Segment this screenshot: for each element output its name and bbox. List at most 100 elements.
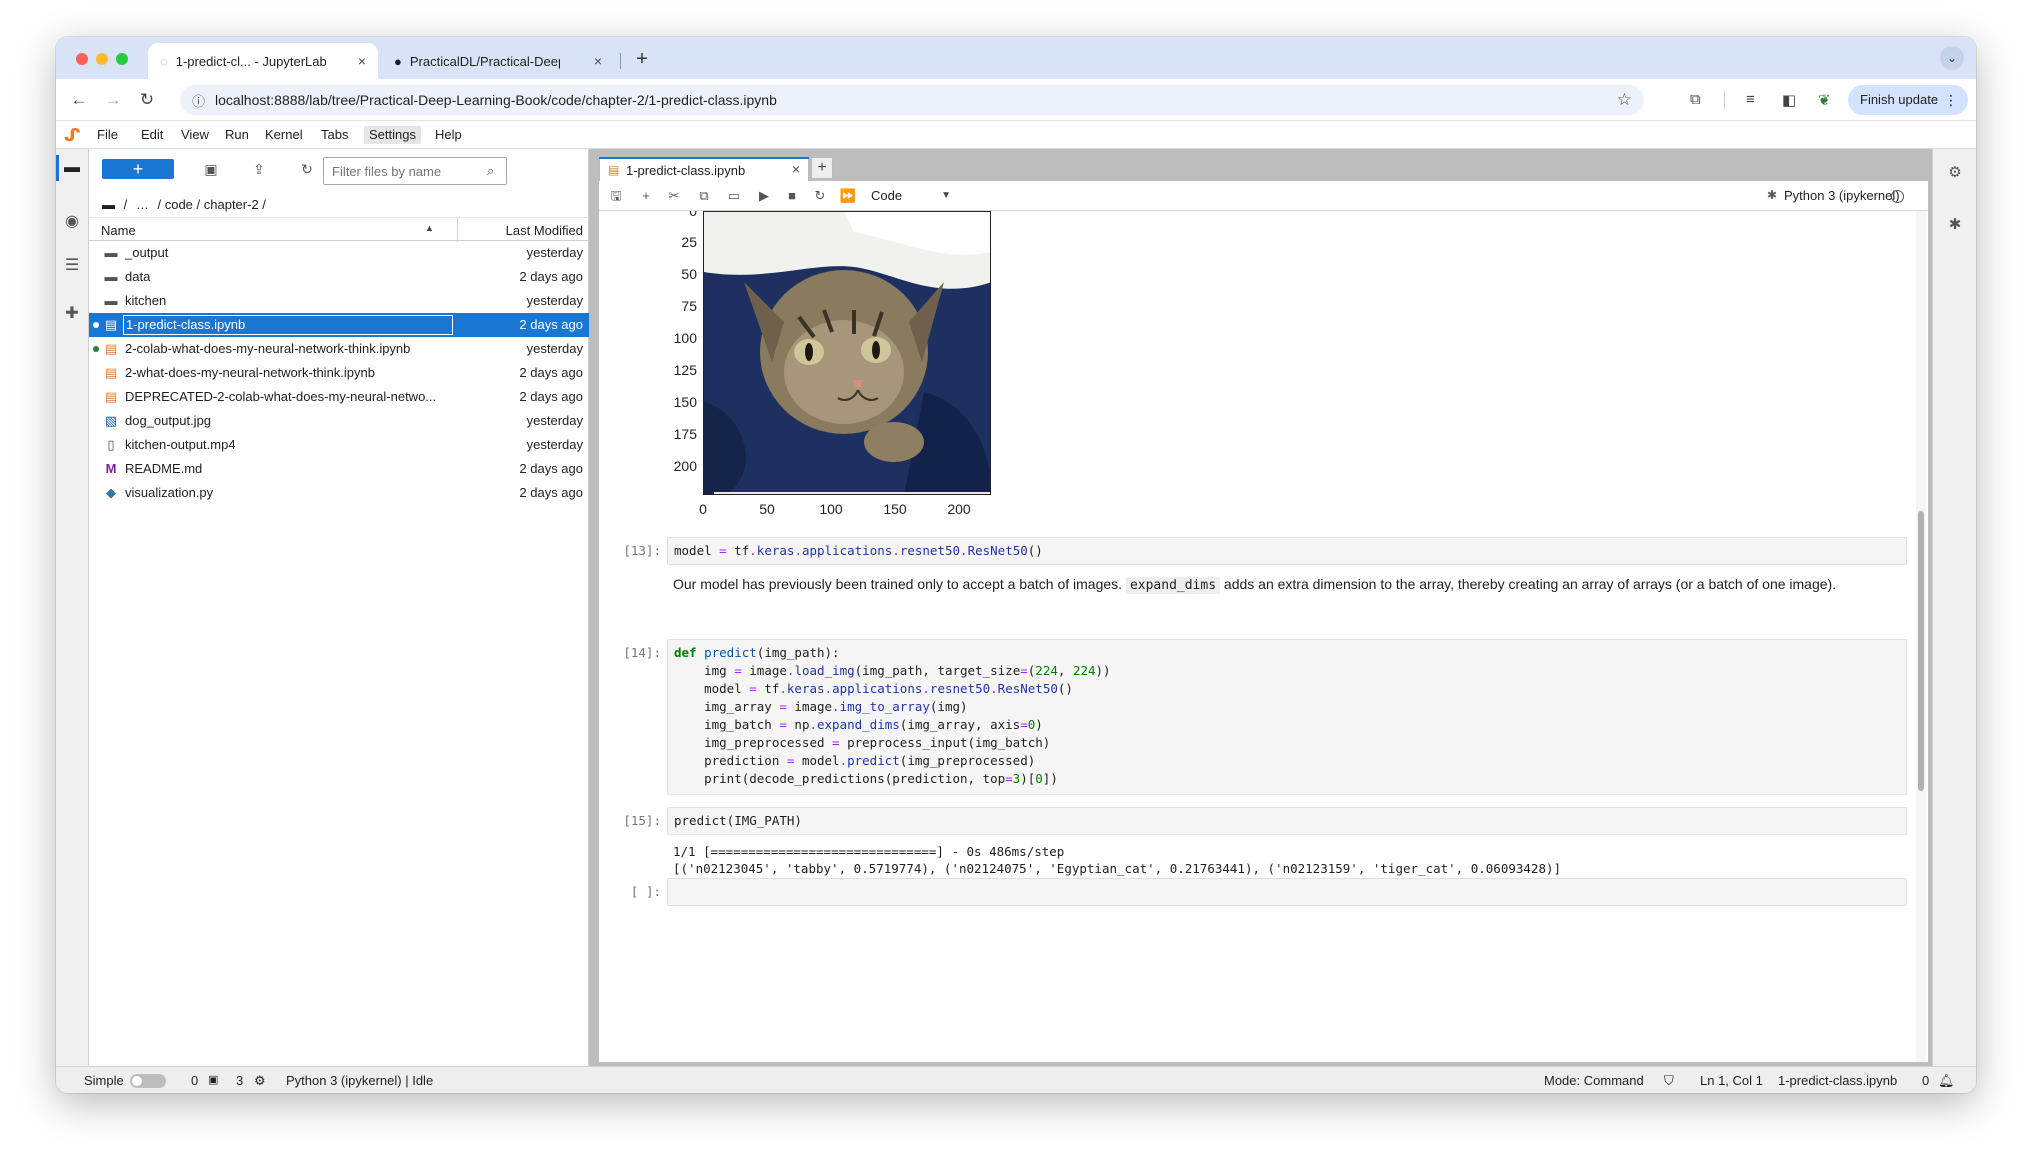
browser-tab-github[interactable]: ● PracticalDL/Practical-Deep-L × (382, 43, 614, 79)
notebook-tab[interactable]: ▤ 1-predict-class.ipynb × (599, 157, 809, 181)
extension-leaf-icon[interactable]: ❦ (1818, 91, 1831, 109)
insert-cell-icon[interactable]: + (637, 187, 655, 205)
file-row[interactable]: ▬ kitchen yesterday (89, 289, 589, 313)
breadcrumb-ellipsis[interactable]: … (136, 197, 149, 212)
notebook-mode: Mode: Command (1544, 1073, 1644, 1088)
tab-search-chevron-icon[interactable]: ⌄ (1940, 46, 1964, 70)
cell-prompt: [13]: (623, 543, 661, 558)
filter-files-input[interactable] (323, 157, 507, 185)
kernel-name[interactable]: Python 3 (ipykernel) (1784, 188, 1900, 203)
cursor-position[interactable]: Ln 1, Col 1 (1700, 1073, 1763, 1088)
new-launcher-tab-button[interactable]: + (811, 157, 833, 179)
file-row[interactable]: ▧ dog_output.jpg yesterday (89, 409, 589, 433)
file-row[interactable]: ◆ visualization.py 2 days ago (89, 481, 589, 505)
new-launcher-button[interactable]: + (102, 159, 174, 179)
file-row-selected[interactable]: ▤ 1-predict-class.ipynb 2 days ago (89, 313, 589, 337)
close-icon[interactable]: × (594, 53, 602, 69)
close-icon[interactable]: × (792, 161, 800, 177)
breadcrumb-root[interactable]: / (124, 197, 128, 212)
url-text: localhost:8888/lab/tree/Practical-Deep-L… (215, 92, 777, 108)
menu-file[interactable]: File (92, 126, 123, 144)
cut-icon[interactable]: ✂ (665, 187, 683, 205)
menu-tabs[interactable]: Tabs (316, 126, 353, 144)
address-bar[interactable]: ⓘ localhost:8888/lab/tree/Practical-Deep… (180, 85, 1644, 115)
stop-icon[interactable]: ■ (783, 187, 801, 205)
extensions-puzzle-icon[interactable]: ✚ (61, 303, 83, 325)
browser-tab-jupyter[interactable]: ◌ 1-predict-cl... - JupyterLab × (148, 43, 378, 79)
new-folder-icon[interactable]: ▣ (201, 159, 221, 179)
code-cell-13[interactable]: model = tf.keras.applications.resnet50.R… (667, 537, 1907, 565)
reading-list-icon[interactable]: ≡ (1746, 91, 1755, 108)
fast-forward-icon[interactable]: ⏩ (839, 187, 857, 205)
folder-icon[interactable]: ▬ (61, 157, 83, 179)
table-of-contents-icon[interactable]: ☰ (61, 255, 83, 277)
markdown-cell[interactable]: Our model has previously been trained on… (673, 573, 1893, 597)
file-name: dog_output.jpg (125, 413, 212, 428)
bookmark-star-icon[interactable]: ☆ (1617, 90, 1632, 110)
debugger-bug-icon[interactable]: ✱ (1945, 215, 1965, 235)
column-modified-header[interactable]: Last Modified (469, 223, 583, 238)
notification-bell-icon[interactable]: 🔔︎ (1938, 1073, 1955, 1089)
terminal-count[interactable]: 0 (191, 1073, 198, 1088)
x-tick: 0 (699, 501, 707, 517)
file-row[interactable]: ▤ DEPRECATED-2-colab-what-does-my-neural… (89, 385, 589, 409)
folder-icon: ▬ (104, 293, 118, 308)
breadcrumb-path[interactable]: / code / chapter-2 / (158, 197, 266, 212)
menu-run[interactable]: Run (220, 126, 254, 144)
reload-icon[interactable]: ↻ (136, 89, 158, 111)
file-name: 2-what-does-my-neural-network-think.ipyn… (125, 365, 375, 380)
file-date: 2 days ago (519, 317, 583, 332)
refresh-icon[interactable]: ↻ (297, 159, 317, 179)
menu-edit[interactable]: Edit (136, 126, 168, 144)
notebook-icon: ▤ (104, 341, 118, 356)
file-list-header: Name ▲ Last Modified (89, 217, 589, 242)
file-row[interactable]: ▤ 2-what-does-my-neural-network-think.ip… (89, 361, 589, 385)
file-row[interactable]: ▤ 2-colab-what-does-my-neural-network-th… (89, 337, 589, 361)
file-row[interactable]: ▬ _output yesterday (89, 241, 589, 265)
debugger-bug-icon[interactable]: ✱ (1767, 188, 1777, 202)
empty-code-cell[interactable] (667, 878, 1907, 906)
folder-icon[interactable]: ▬ (102, 197, 115, 212)
code-cell-15[interactable]: predict(IMG_PATH) (667, 807, 1907, 835)
file-icon: ▯ (107, 437, 115, 452)
sort-ascending-icon[interactable]: ▲ (425, 223, 434, 233)
file-row[interactable]: ▬ data 2 days ago (89, 265, 589, 289)
running-kernels-icon[interactable]: ◉ (61, 211, 83, 233)
copy-icon[interactable]: ⧉ (695, 187, 713, 205)
kernel-status[interactable]: Python 3 (ipykernel) | Idle (286, 1073, 433, 1088)
trusted-shield-icon[interactable]: ⛉ (1664, 1073, 1674, 1089)
menu-settings[interactable]: Settings (364, 126, 421, 144)
back-icon[interactable]: ← (68, 89, 90, 111)
scrollbar-thumb[interactable] (1918, 511, 1924, 791)
menu-kernel[interactable]: Kernel (260, 126, 308, 144)
upload-icon[interactable]: ⇪ (249, 159, 269, 179)
notebook-scrollbar[interactable] (1916, 211, 1926, 1062)
running-indicator-icon (93, 346, 99, 352)
menu-help[interactable]: Help (430, 126, 467, 144)
property-inspector-gear-icon[interactable]: ⚙ (1945, 163, 1965, 183)
paste-icon[interactable]: ▭ (725, 187, 743, 205)
extensions-icon[interactable]: ⧉ (1690, 91, 1701, 108)
simple-mode-toggle[interactable] (130, 1074, 166, 1088)
maximize-window-button[interactable] (116, 53, 128, 65)
restart-icon[interactable]: ↻ (811, 187, 829, 205)
close-window-button[interactable] (76, 53, 88, 65)
run-icon[interactable]: ▶ (755, 187, 773, 205)
finish-update-button[interactable]: Finish update ⋮ (1848, 85, 1968, 115)
menu-view[interactable]: View (176, 126, 214, 144)
close-icon[interactable]: × (358, 53, 366, 69)
file-row[interactable]: ▯ kitchen-output.mp4 yesterday (89, 433, 589, 457)
cell-type-select[interactable]: Code ▼ (871, 186, 955, 206)
code-cell-14[interactable]: def predict(img_path): img = image.load_… (667, 639, 1907, 795)
kernel-count[interactable]: 3 (236, 1073, 243, 1088)
minimize-window-button[interactable] (96, 53, 108, 65)
side-panel-icon[interactable]: ◧ (1782, 91, 1796, 109)
right-sidebar: ⚙ ✱ (1932, 149, 1976, 1066)
site-info-icon[interactable]: ⓘ (192, 91, 205, 110)
forward-icon[interactable]: → (102, 89, 124, 111)
column-name-header[interactable]: Name (101, 223, 136, 238)
save-icon[interactable]: 🖫 (607, 187, 625, 205)
file-row[interactable]: M README.md 2 days ago (89, 457, 589, 481)
cell-prompt: [ ]: (630, 884, 661, 899)
new-tab-button[interactable]: + (628, 45, 656, 73)
